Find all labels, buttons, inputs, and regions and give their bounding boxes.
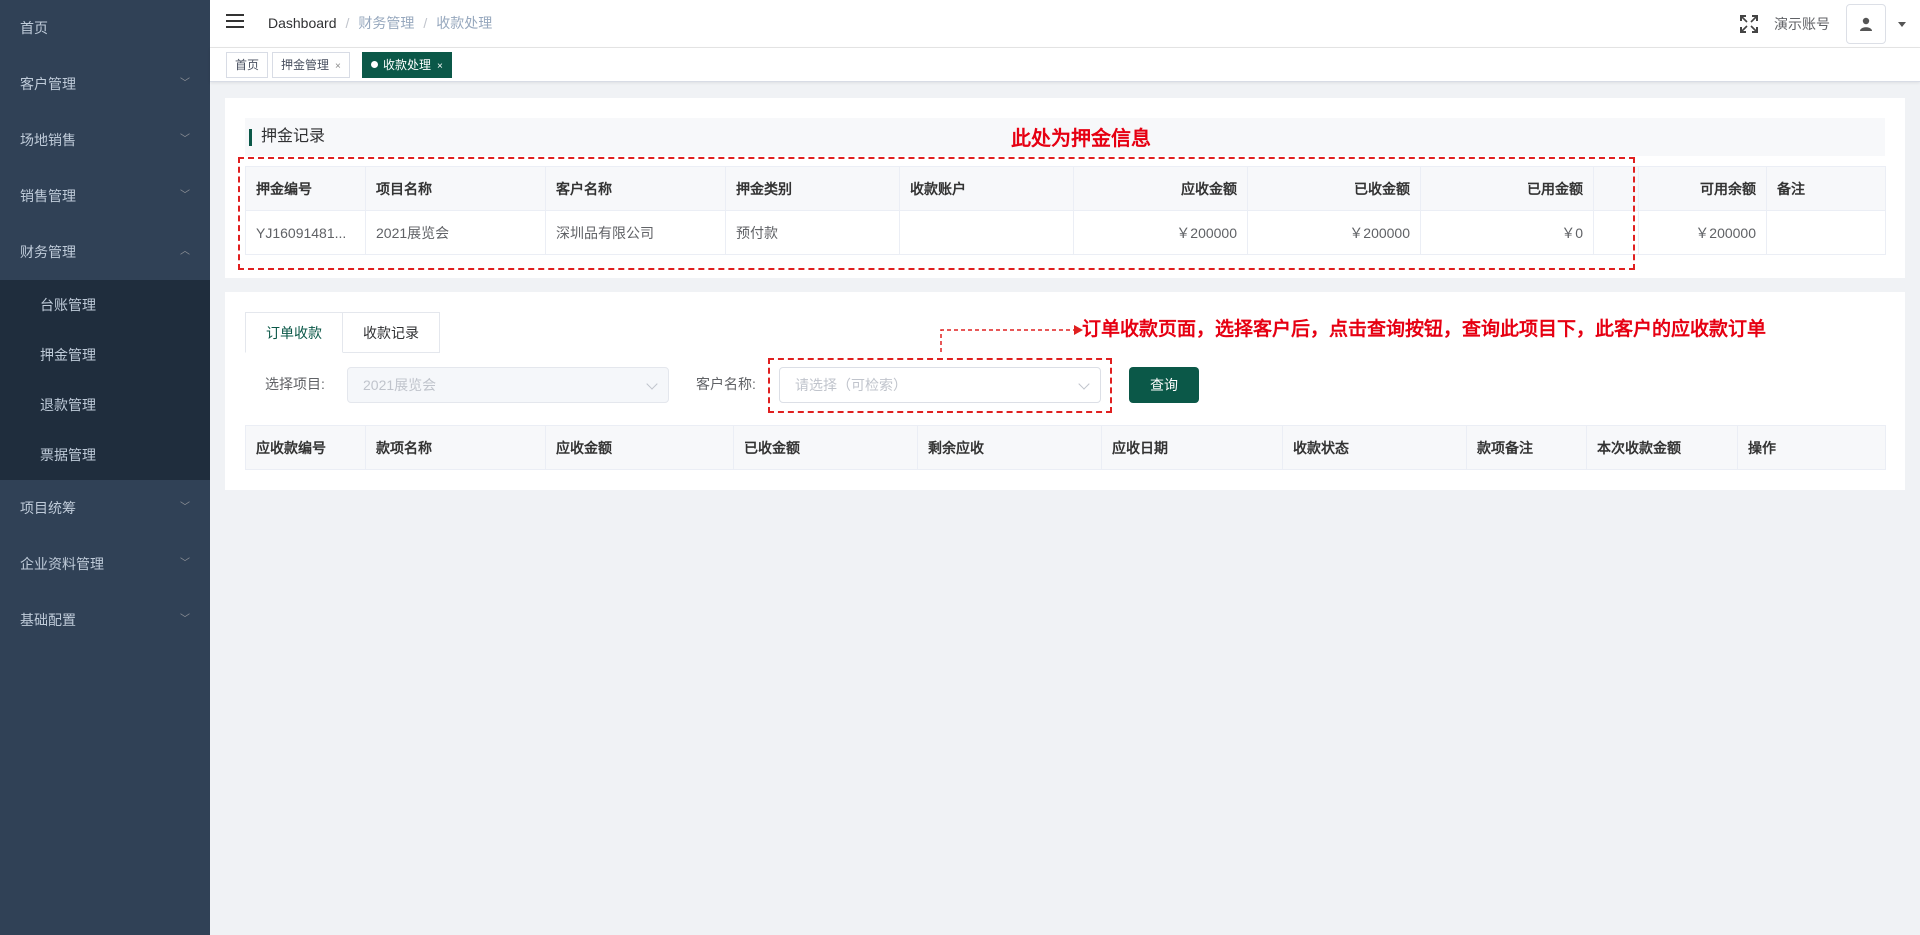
sidebar-item-label: 销售管理	[20, 188, 76, 204]
chevron-down-icon	[646, 378, 658, 390]
annotation-highlight-box	[238, 157, 1635, 270]
table-cell: ￥200000	[1638, 210, 1767, 255]
annotation-highlight-box	[768, 358, 1112, 413]
project-select: 2021展览会	[347, 367, 669, 403]
sidebar-item-finance[interactable]: 财务管理 ︿	[0, 224, 210, 280]
chevron-down-icon: ﹀	[180, 614, 190, 625]
sidebar-item-label: 首页	[20, 20, 48, 36]
sidebar-item-label: 场地销售	[20, 132, 76, 148]
tag-label: 首页	[235, 58, 260, 72]
project-label: 选择项目:	[265, 376, 325, 392]
sidebar: 首页 客户管理 ﹀ 场地销售 ﹀ 销售管理 ﹀ 财务管理 ︿ 台账管理 押金管理 退款管…	[0, 0, 210, 935]
tabs: 订单收款 收款记录	[245, 312, 440, 353]
sidebar-item-label: 财务管理	[20, 244, 76, 260]
tab-receipt-records[interactable]: 收款记录	[343, 312, 440, 353]
sidebar-item-customer[interactable]: 客户管理 ﹀	[0, 56, 210, 112]
column-header: 应收款编号	[245, 425, 366, 470]
caret-down-icon[interactable]	[1898, 21, 1906, 27]
chevron-down-icon: ﹀	[180, 78, 190, 89]
column-header: 本次收款金额	[1586, 425, 1738, 470]
finance-submenu: 台账管理 押金管理 退款管理 票据管理	[0, 280, 210, 480]
sidebar-item-deposit[interactable]: 押金管理	[0, 330, 210, 380]
order-table: 应收款编号 款项名称 应收金额 已收金额 剩余应收 应收日期 收款状态 款项备注…	[245, 425, 1886, 470]
sidebar-item-project[interactable]: 项目统筹 ﹀	[0, 480, 210, 536]
chevron-down-icon: ﹀	[180, 190, 190, 201]
project-select-value: 2021展览会	[363, 377, 437, 393]
tag-receipt[interactable]: 收款处理 ×	[362, 52, 452, 78]
hamburger-icon[interactable]	[226, 14, 244, 30]
annotation-deposit: 此处为押金信息	[1011, 128, 1151, 150]
annotation-arrow	[940, 325, 1083, 352]
sidebar-item-refund[interactable]: 退款管理	[0, 380, 210, 430]
chevron-down-icon: ﹀	[180, 502, 190, 513]
chevron-up-icon: ︿	[180, 246, 190, 257]
breadcrumb-item: 收款处理	[436, 15, 493, 31]
table-cell	[1766, 210, 1886, 255]
table-header-row: 应收款编号 款项名称 应收金额 已收金额 剩余应收 应收日期 收款状态 款项备注…	[245, 425, 1886, 470]
user-icon	[1860, 17, 1872, 31]
fullscreen-icon[interactable]	[1740, 15, 1758, 33]
tag-home[interactable]: 首页	[226, 52, 269, 78]
sidebar-item-venue-sales[interactable]: 场地销售 ﹀	[0, 112, 210, 168]
tab-order-receipt[interactable]: 订单收款	[245, 312, 343, 353]
tag-label: 收款处理	[383, 58, 432, 72]
column-header: 款项备注	[1466, 425, 1587, 470]
sidebar-item-label: 客户管理	[20, 76, 76, 92]
deposit-card: 押金记录 此处为押金信息 押金编号 项目名称 客户名称 押金类别 收款账户 应收…	[225, 98, 1905, 278]
column-header: 收款状态	[1282, 425, 1467, 470]
breadcrumb: Dashboard / 财务管理 / 收款处理	[268, 15, 493, 31]
column-header: 可用余额	[1638, 166, 1767, 211]
order-card: 订单收款 收款记录 订单收款页面，选择客户后，点击查询按钮，查询此项目下，此客户…	[225, 292, 1905, 490]
close-icon[interactable]: ×	[437, 61, 443, 72]
column-header: 剩余应收	[917, 425, 1102, 470]
tag-label: 押金管理	[281, 58, 330, 72]
sidebar-item-label: 项目统筹	[20, 500, 76, 516]
sidebar-item-invoice[interactable]: 票据管理	[0, 430, 210, 480]
column-header: 操作	[1737, 425, 1886, 470]
annotation-order: 订单收款页面，选择客户后，点击查询按钮，查询此项目下，此客户的应收款订单	[1082, 319, 1767, 340]
sidebar-item-enterprise[interactable]: 企业资料管理 ﹀	[0, 536, 210, 592]
column-header: 备注	[1766, 166, 1886, 211]
sidebar-item-ledger[interactable]: 台账管理	[0, 280, 210, 330]
sidebar-item-label: 企业资料管理	[20, 556, 104, 572]
top-navbar: Dashboard / 财务管理 / 收款处理 演示账号	[210, 0, 1920, 48]
breadcrumb-item[interactable]: Dashboard	[268, 15, 337, 31]
close-icon[interactable]: ×	[335, 61, 341, 72]
sidebar-item-sales[interactable]: 销售管理 ﹀	[0, 168, 210, 224]
sidebar-item-basic-config[interactable]: 基础配置 ﹀	[0, 592, 210, 648]
user-name[interactable]: 演示账号	[1774, 14, 1830, 34]
sidebar-item-label: 基础配置	[20, 612, 76, 628]
breadcrumb-item[interactable]: 财务管理	[358, 15, 414, 31]
tag-deposit[interactable]: 押金管理 ×	[272, 52, 350, 78]
avatar[interactable]	[1846, 4, 1886, 44]
chevron-down-icon: ﹀	[180, 558, 190, 569]
column-header: 已收金额	[733, 425, 918, 470]
active-dot-icon	[371, 61, 378, 69]
tags-view: 首页 押金管理 × 收款处理 ×	[210, 48, 1920, 82]
customer-label: 客户名称:	[696, 376, 756, 392]
query-button[interactable]: 查询	[1129, 367, 1199, 403]
column-header: 应收金额	[545, 425, 734, 470]
column-header: 款项名称	[365, 425, 546, 470]
sidebar-item-home[interactable]: 首页	[0, 0, 210, 56]
chevron-down-icon: ﹀	[180, 134, 190, 145]
column-header: 应收日期	[1101, 425, 1283, 470]
